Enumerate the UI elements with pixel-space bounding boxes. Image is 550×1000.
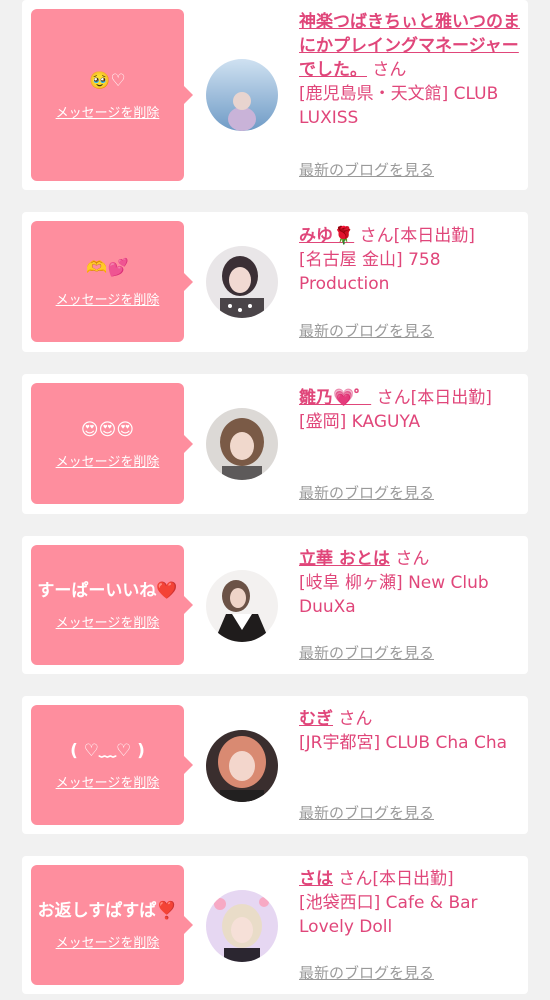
avatar-photo	[206, 890, 278, 962]
avatar-photo	[206, 59, 278, 131]
delete-message-link[interactable]: メッセージを削除	[56, 289, 160, 308]
delete-message-link[interactable]: メッセージを削除	[56, 451, 160, 470]
cast-name-link[interactable]: 雛乃💗゜	[299, 388, 371, 408]
message-text: 🫶💕	[86, 257, 129, 278]
cast-suffix: さん[本日出勤]	[359, 226, 475, 246]
message-text: お返しすぱすぱ❣️	[37, 901, 178, 921]
delete-message-link[interactable]: メッセージを削除	[56, 932, 160, 951]
avatar[interactable]	[206, 730, 278, 802]
message-text: すーぱーいいね❤️	[37, 581, 178, 601]
message-card: 🥹♡ メッセージを削除 神楽つばきちぃと雅いつのまにかプレイングマネージャーでし…	[22, 0, 528, 190]
favorite-message-list: 🥹♡ メッセージを削除 神楽つばきちぃと雅いつのまにかプレイングマネージャーでし…	[0, 0, 550, 1000]
message-card: ( ♡﹏♡ ) メッセージを削除 むぎ さん [JR宇都宮] CLUB Cha …	[22, 696, 528, 834]
cast-name-link[interactable]: 立華 おとは	[299, 549, 390, 569]
message-card: 🫶💕 メッセージを削除 みゆ🌹 さん[本日出勤] [名古屋 金山] 758 Pr…	[22, 212, 528, 352]
avatar-photo	[206, 246, 278, 318]
shop-name: [鹿児島県・天文館] CLUB LUXISS	[299, 84, 499, 128]
cast-info: 立華 おとは さん [岐阜 柳ヶ瀬] New Club DuuXa	[299, 547, 521, 619]
message-text: ( ♡﹏♡ )	[70, 741, 145, 761]
message-text: 🥹♡	[89, 71, 126, 91]
shop-name: [池袋西口] Cafe & Bar Lovely Doll	[299, 893, 478, 937]
avatar-photo	[206, 570, 278, 642]
cast-suffix: さん[本日出勤]	[376, 388, 492, 408]
cast-name-link[interactable]: 神楽つばきちぃと雅いつのまにかプレイングマネージャーでした。	[299, 12, 520, 80]
avatar-photo	[206, 730, 278, 802]
message-bubble: すーぱーいいね❤️ メッセージを削除	[31, 545, 193, 665]
cast-name-link[interactable]: みゆ🌹	[299, 226, 354, 246]
delete-message-link[interactable]: メッセージを削除	[56, 772, 160, 791]
cast-info: みゆ🌹 さん[本日出勤] [名古屋 金山] 758 Production	[299, 224, 521, 296]
avatar[interactable]	[206, 408, 278, 480]
latest-blog-link[interactable]: 最新のブログを見る	[299, 802, 434, 823]
shop-name: [JR宇都宮] CLUB Cha Cha	[299, 733, 508, 753]
message-bubble: ( ♡﹏♡ ) メッセージを削除	[31, 705, 193, 825]
latest-blog-link[interactable]: 最新のブログを見る	[299, 482, 434, 503]
message-card: 😍😍😍 メッセージを削除 雛乃💗゜ さん[本日出勤] [盛岡] KAGUYA 最…	[22, 374, 528, 514]
latest-blog-link[interactable]: 最新のブログを見る	[299, 962, 434, 983]
latest-blog-link[interactable]: 最新のブログを見る	[299, 159, 434, 180]
message-bubble: 🫶💕 メッセージを削除	[31, 221, 193, 342]
latest-blog-link[interactable]: 最新のブログを見る	[299, 642, 434, 663]
cast-info: さは さん[本日出勤] [池袋西口] Cafe & Bar Lovely Dol…	[299, 867, 521, 939]
cast-name-link[interactable]: むぎ	[299, 709, 333, 729]
delete-message-link[interactable]: メッセージを削除	[56, 612, 160, 631]
avatar[interactable]	[206, 570, 278, 642]
avatar-photo	[206, 408, 278, 480]
avatar[interactable]	[206, 246, 278, 318]
cast-suffix: さん	[372, 60, 407, 80]
cast-suffix: さん[本日出勤]	[338, 869, 454, 889]
shop-name: [盛岡] KAGUYA	[299, 412, 421, 432]
avatar[interactable]	[206, 890, 278, 962]
shop-name: [名古屋 金山] 758 Production	[299, 250, 441, 294]
cast-suffix: さん	[395, 549, 430, 569]
message-bubble: お返しすぱすぱ❣️ メッセージを削除	[31, 865, 193, 985]
message-bubble: 😍😍😍 メッセージを削除	[31, 383, 193, 504]
cast-info: 雛乃💗゜ さん[本日出勤] [盛岡] KAGUYA	[299, 386, 521, 434]
message-bubble: 🥹♡ メッセージを削除	[31, 9, 193, 181]
message-card: お返しすぱすぱ❣️ メッセージを削除 さは さん[本日出勤] [池袋西口] Ca…	[22, 856, 528, 994]
cast-suffix: さん	[338, 709, 373, 729]
cast-info: むぎ さん [JR宇都宮] CLUB Cha Cha	[299, 707, 521, 755]
delete-message-link[interactable]: メッセージを削除	[56, 102, 160, 121]
message-text: 😍😍😍	[80, 419, 135, 440]
cast-info: 神楽つばきちぃと雅いつのまにかプレイングマネージャーでした。 さん [鹿児島県・…	[299, 10, 521, 130]
avatar[interactable]	[206, 59, 278, 131]
latest-blog-link[interactable]: 最新のブログを見る	[299, 320, 434, 341]
shop-name: [岐阜 柳ヶ瀬] New Club DuuXa	[299, 573, 489, 617]
message-card: すーぱーいいね❤️ メッセージを削除 立華 おとは さん [岐阜 柳ヶ瀬] Ne…	[22, 536, 528, 674]
cast-name-link[interactable]: さは	[299, 869, 333, 889]
